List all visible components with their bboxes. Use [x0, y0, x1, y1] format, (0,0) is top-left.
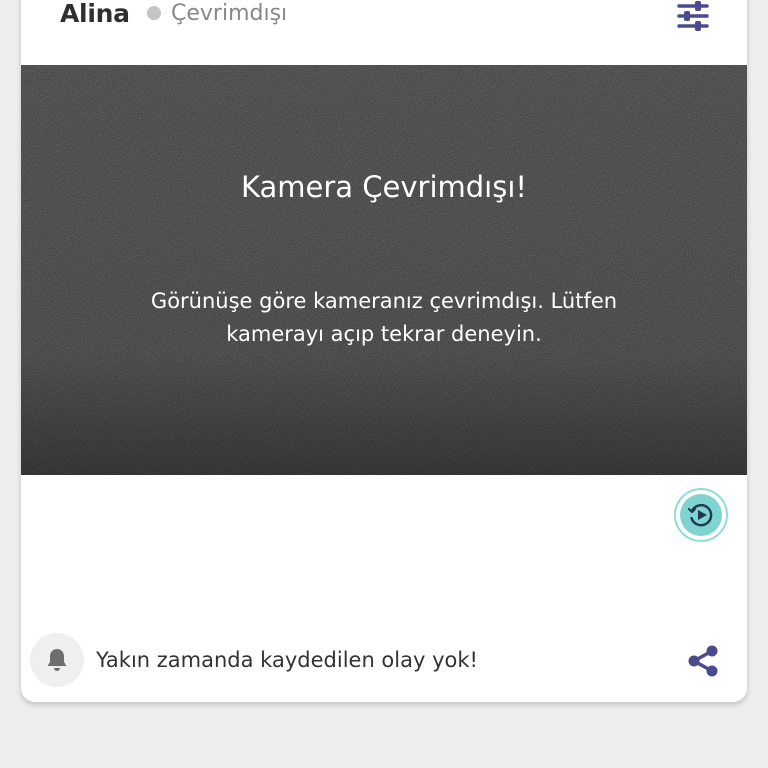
notification-bell: [30, 633, 84, 687]
camera-name: Alina: [60, 0, 130, 28]
video-area[interactable]: Kamera Çevrimdışı! Görünüşe göre kameran…: [21, 65, 747, 475]
camera-card: Alina Çevrimdışı Kamera Çevrimdışı! Görü…: [21, 0, 747, 702]
replay-inner: [680, 494, 722, 536]
offline-title: Kamera Çevrimdışı!: [240, 170, 528, 204]
share-icon: [688, 645, 718, 677]
replay-icon: [687, 504, 713, 527]
status-dot: [147, 6, 161, 20]
events-status: Yakın zamanda kaydedilen olay yok!: [96, 648, 478, 672]
share-button[interactable]: [683, 641, 723, 681]
static-noise: [21, 65, 747, 475]
bell-icon: [47, 649, 67, 671]
offline-message: Görünüşe göre kameranız çevrimdışı. Lütf…: [150, 289, 618, 346]
camera-header: Alina Çevrimdışı: [21, 0, 747, 55]
camera-status: Çevrimdışı: [171, 1, 288, 26]
settings-button[interactable]: [673, 0, 713, 36]
sliders-icon: [677, 1, 709, 31]
replay-button[interactable]: [674, 488, 728, 542]
